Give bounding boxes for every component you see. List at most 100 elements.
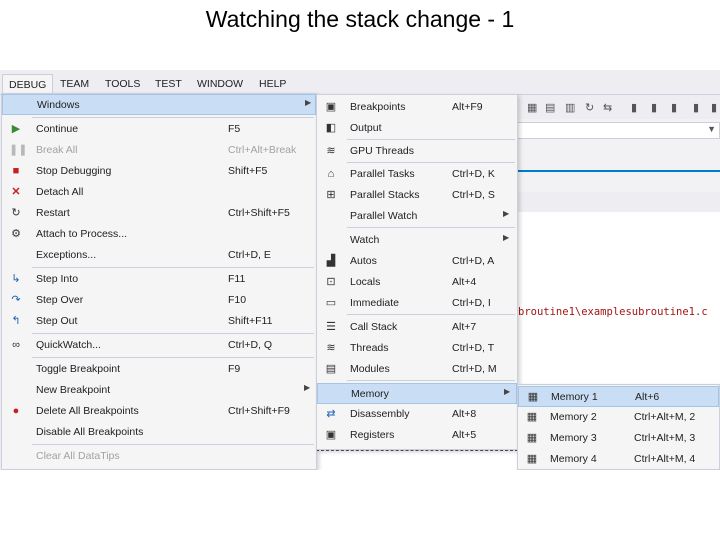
debug-item-break-all[interactable]: ❚❚ Break All Ctrl+Alt+Break xyxy=(2,140,316,161)
debug-item-step-out[interactable]: ↰ Step Out Shift+F11 xyxy=(2,311,316,332)
separator xyxy=(32,333,314,334)
debug-item-continue[interactable]: ▶ Continue F5 xyxy=(2,119,316,140)
pause-icon: ❚❚ xyxy=(9,144,28,156)
debug-item-new-breakpoint[interactable]: New Breakpoint ▶ xyxy=(2,380,316,401)
immediate-icon: ▭ xyxy=(325,297,337,309)
attach-icon: ⚙ xyxy=(11,228,21,240)
stop-icon: ■ xyxy=(12,165,20,177)
step-over-icon: ↷ xyxy=(11,294,21,306)
submenu-arrow-icon: ▶ xyxy=(503,233,510,242)
chevron-down-icon: ▼ xyxy=(707,124,716,134)
parallel-tasks-icon: ⌂ xyxy=(327,168,335,180)
bookmark-icon[interactable]: ▮ xyxy=(631,101,637,114)
background-dropdown[interactable]: ▼ xyxy=(517,122,720,139)
menu-window[interactable]: WINDOW xyxy=(197,78,243,90)
background-panel xyxy=(316,450,518,470)
breakpoints-window-icon: ▣ xyxy=(325,101,337,113)
separator xyxy=(347,380,515,381)
debug-item-toggle-breakpoint[interactable]: Toggle Breakpoint F9 xyxy=(2,359,316,380)
bookmark-next-icon[interactable]: ▮ xyxy=(651,101,657,114)
windows-item-parallel-watch[interactable]: Parallel Watch ▶ xyxy=(317,206,517,227)
editor-tabstrip xyxy=(517,192,720,212)
menu-bar: DEBUG TEAM TOOLS TEST WINDOW HELP xyxy=(0,70,720,96)
submenu-arrow-icon: ▶ xyxy=(503,209,510,218)
menu-help[interactable]: HELP xyxy=(259,78,286,90)
toolbar-glyph-icon[interactable]: ▦ xyxy=(527,101,537,114)
accent-line xyxy=(517,170,720,172)
submenu-arrow-icon: ▶ xyxy=(305,98,312,107)
submenu-arrow-icon: ▶ xyxy=(504,387,511,396)
menu-team[interactable]: TEAM xyxy=(60,78,89,90)
menu-test[interactable]: TEST xyxy=(155,78,182,90)
step-out-icon: ↰ xyxy=(11,315,21,327)
separator xyxy=(347,139,515,140)
registers-icon: ▣ xyxy=(325,429,337,441)
background-toolbar: ▦ ▤ ▥ ↻ ⇆ ▮ ▮ ▮ ▮ ▮ xyxy=(517,95,720,119)
debug-item-step-into[interactable]: ↳ Step Into F11 xyxy=(2,269,316,290)
slide-title: Watching the stack change - 1 xyxy=(205,6,515,32)
disassembly-icon: ⇄ xyxy=(326,408,336,420)
restart-icon: ↻ xyxy=(11,207,21,219)
debug-item-quickwatch[interactable]: ∞ QuickWatch... Ctrl+D, Q xyxy=(2,335,316,356)
toolbar-glyph-icon[interactable]: ▤ xyxy=(545,101,555,114)
toolbar-glyph-icon[interactable]: ▮ xyxy=(711,101,717,114)
debug-menu: Windows ▶ ▶ Continue F5 ❚❚ Break All Ctr… xyxy=(1,93,317,470)
windows-item-breakpoints[interactable]: ▣ Breakpoints Alt+F9 xyxy=(317,97,517,118)
memory-item-3[interactable]: ▦ Memory 3 Ctrl+Alt+M, 3 xyxy=(518,428,719,449)
call-stack-icon: ☰ xyxy=(326,321,336,333)
windows-item-parallel-stacks[interactable]: ⊞ Parallel Stacks Ctrl+D, S xyxy=(317,185,517,206)
debug-item-windows[interactable]: Windows ▶ xyxy=(2,94,316,115)
windows-item-registers[interactable]: ▣ Registers Alt+5 xyxy=(317,425,517,446)
memory-chip-icon: ▦ xyxy=(526,411,538,423)
bookmark-clear-icon[interactable]: ▮ xyxy=(693,101,699,114)
debug-item-restart[interactable]: ↻ Restart Ctrl+Shift+F5 xyxy=(2,203,316,224)
debug-item-disable-all-breakpoints[interactable]: Disable All Breakpoints xyxy=(2,422,316,443)
detach-icon: ✕ xyxy=(11,186,21,198)
windows-item-disassembly[interactable]: ⇄ Disassembly Alt+8 xyxy=(317,404,517,425)
toolbar-glyph-icon[interactable]: ▥ xyxy=(565,101,575,114)
windows-item-locals[interactable]: ⊡ Locals Alt+4 xyxy=(317,272,517,293)
bookmark-prev-icon[interactable]: ▮ xyxy=(671,101,677,114)
separator xyxy=(347,314,515,315)
debug-item-stop-debugging[interactable]: ■ Stop Debugging Shift+F5 xyxy=(2,161,316,182)
separator xyxy=(347,227,515,228)
modules-icon: ▤ xyxy=(325,363,337,375)
windows-item-memory[interactable]: Memory ▶ xyxy=(317,383,517,404)
debug-item-detach-all[interactable]: ✕ Detach All xyxy=(2,182,316,203)
windows-item-autos[interactable]: ▟ Autos Ctrl+D, A xyxy=(317,251,517,272)
windows-item-immediate[interactable]: ▭ Immediate Ctrl+D, I xyxy=(317,293,517,314)
separator xyxy=(32,444,314,445)
output-icon: ◧ xyxy=(325,122,337,134)
debug-item-step-over[interactable]: ↷ Step Over F10 xyxy=(2,290,316,311)
windows-item-output[interactable]: ◧ Output xyxy=(317,118,517,139)
memory-chip-icon: ▦ xyxy=(526,453,538,465)
editor-path-text: broutine1\examplesubroutine1.c xyxy=(518,306,708,318)
debug-item-clear-all-datatips[interactable]: Clear All DataTips xyxy=(2,446,316,467)
menu-tools[interactable]: TOOLS xyxy=(105,78,140,90)
toolbar-glyph-icon[interactable]: ↻ xyxy=(585,101,594,114)
memory-item-1[interactable]: ▦ Memory 1 Alt+6 xyxy=(518,386,719,407)
parallel-stacks-icon: ⊞ xyxy=(326,189,336,201)
step-into-icon: ↳ xyxy=(11,273,21,285)
debug-item-exceptions[interactable]: Exceptions... Ctrl+D, E xyxy=(2,245,316,266)
memory-submenu: ▦ Memory 1 Alt+6 ▦ Memory 2 Ctrl+Alt+M, … xyxy=(517,384,720,470)
memory-item-2[interactable]: ▦ Memory 2 Ctrl+Alt+M, 2 xyxy=(518,407,719,428)
debug-item-delete-all-breakpoints[interactable]: ● Delete All Breakpoints Ctrl+Shift+F9 xyxy=(2,401,316,422)
separator xyxy=(347,162,515,163)
windows-item-call-stack[interactable]: ☰ Call Stack Alt+7 xyxy=(317,317,517,338)
memory-chip-icon: ▦ xyxy=(527,391,539,403)
locals-icon: ⊡ xyxy=(326,276,336,288)
debug-item-attach-to-process[interactable]: ⚙ Attach to Process... xyxy=(2,224,316,245)
delete-breakpoints-icon: ● xyxy=(12,405,20,417)
windows-item-modules[interactable]: ▤ Modules Ctrl+D, M xyxy=(317,359,517,380)
windows-item-gpu-threads[interactable]: ≋ GPU Threads xyxy=(317,141,517,162)
memory-item-4[interactable]: ▦ Memory 4 Ctrl+Alt+M, 4 xyxy=(518,449,719,470)
threads-icon: ≋ xyxy=(326,342,336,354)
windows-submenu: ▣ Breakpoints Alt+F9 ◧ Output ≋ GPU Thre… xyxy=(316,94,518,450)
windows-item-parallel-tasks[interactable]: ⌂ Parallel Tasks Ctrl+D, K xyxy=(317,164,517,185)
windows-item-watch[interactable]: Watch ▶ xyxy=(317,230,517,251)
windows-item-threads[interactable]: ≋ Threads Ctrl+D, T xyxy=(317,338,517,359)
ide-screenshot: DEBUG TEAM TOOLS TEST WINDOW HELP ▦ ▤ ▥ … xyxy=(0,70,720,470)
autos-icon: ▟ xyxy=(326,255,336,267)
toolbar-glyph-icon[interactable]: ⇆ xyxy=(603,101,612,114)
